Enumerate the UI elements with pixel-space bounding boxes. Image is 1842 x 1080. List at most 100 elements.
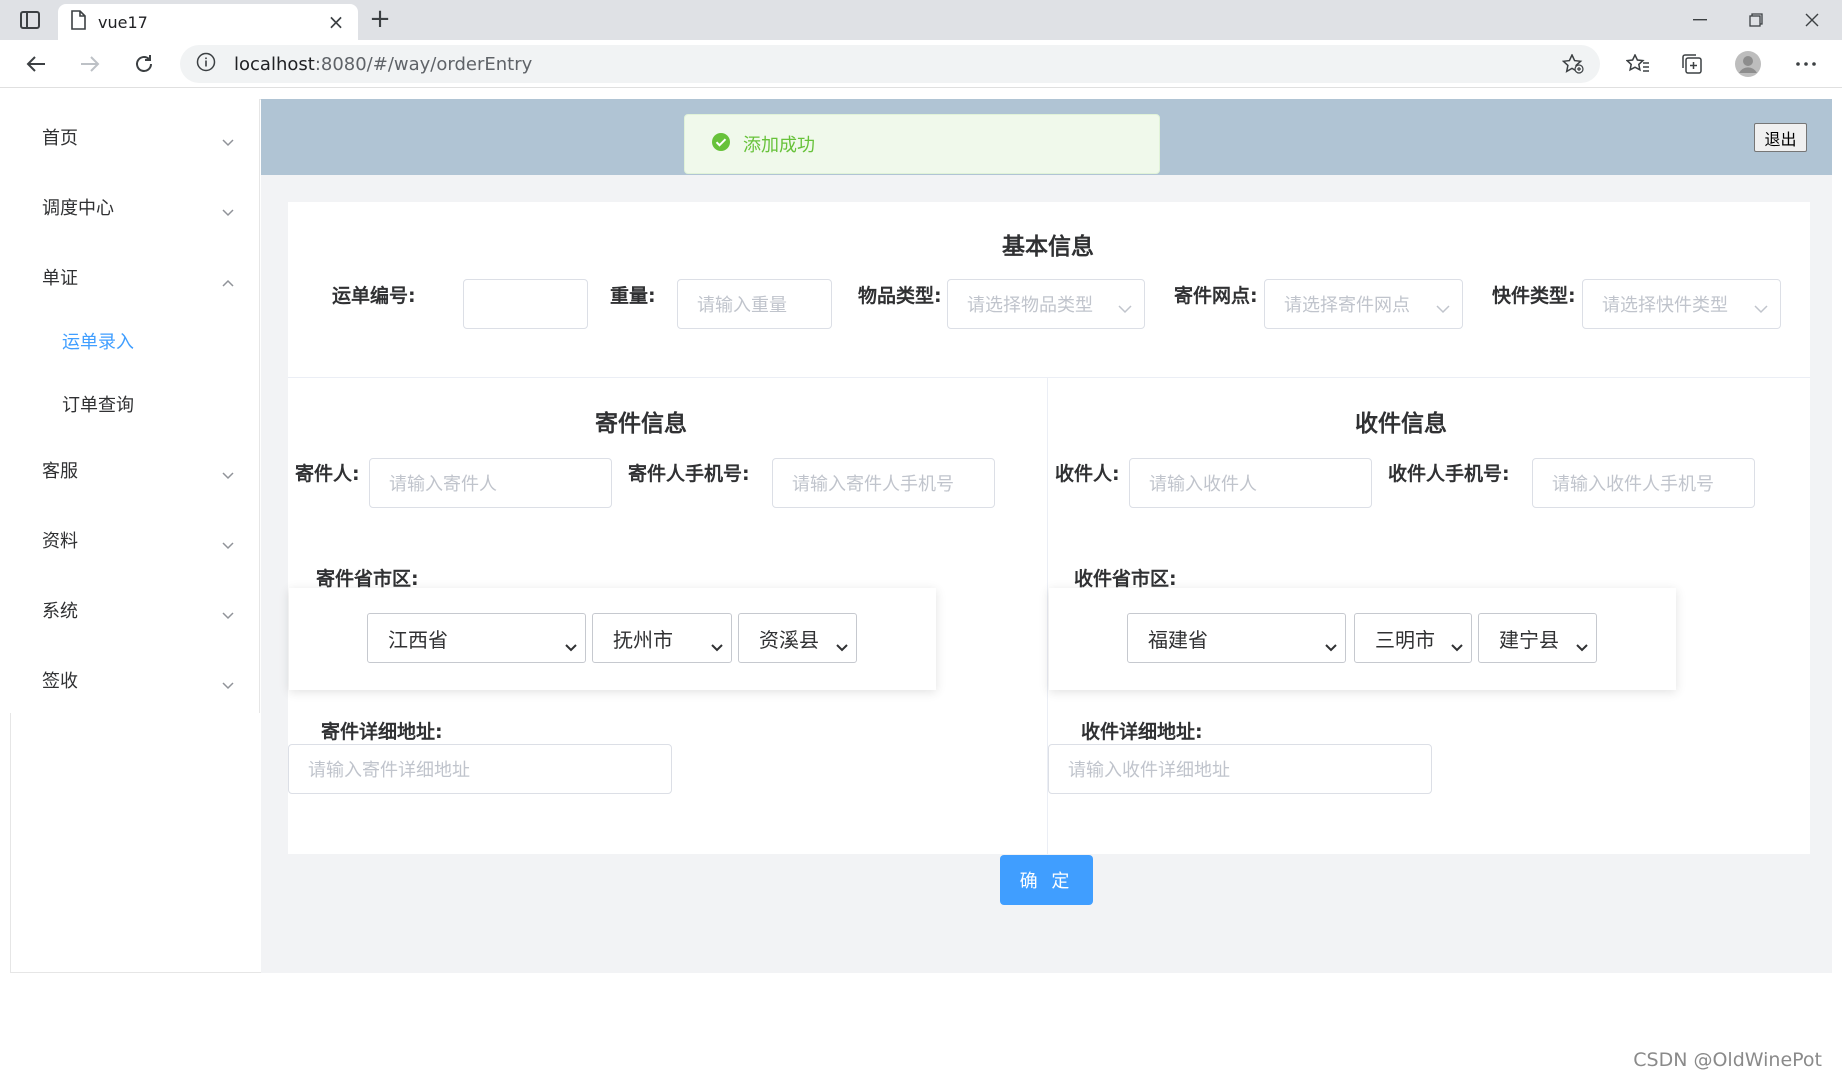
sender-region-label: 寄件省市区: [316,568,419,590]
sidebar-item-dispatch[interactable]: 调度中心 [10,179,260,235]
send-branch-select[interactable]: 请选择寄件网点 [1264,279,1463,329]
receiver-phone-input[interactable]: 请输入收件人手机号 [1532,458,1755,508]
sender-address-input[interactable]: 请输入寄件详细地址 [288,744,672,794]
reload-icon[interactable] [128,48,160,80]
receiver-info-title: 收件信息 [1355,411,1447,437]
chevron-up-icon [222,271,234,292]
close-window-icon[interactable] [1784,0,1840,40]
more-menu-icon[interactable] [1790,48,1822,80]
watermark: CSDN @OldWinePot [1633,1049,1822,1071]
send-branch-label: 寄件网点: [1174,285,1258,307]
sidebar-item-documents[interactable]: 单证 [10,249,260,305]
sender-phone-label: 寄件人手机号: [628,463,750,485]
receiver-county-select[interactable]: 建宁县 [1478,613,1597,663]
chevron-down-icon [711,633,723,657]
add-favorite-icon[interactable] [1561,53,1584,78]
goods-type-label: 物品类型: [858,285,942,307]
goods-type-placeholder: 请选择物品类型 [967,295,1093,316]
sidebar-item-label: 系统 [42,601,78,622]
minimize-icon[interactable] [1672,0,1728,40]
sidebar-item-system[interactable]: 系统 [10,582,260,638]
new-tab-icon[interactable]: + [366,6,394,34]
page-icon [70,10,86,34]
receiver-name-input[interactable]: 请输入收件人 [1129,458,1372,508]
weight-input[interactable]: 请输入重量 [677,279,832,329]
sender-city-select[interactable]: 抚州市 [592,613,732,663]
sender-county-select[interactable]: 资溪县 [738,613,857,663]
tab-close-icon[interactable]: × [326,10,346,34]
browser-tab-strip: vue17 × + [0,0,1842,40]
goods-type-select[interactable]: 请选择物品类型 [947,279,1145,329]
sender-phone-input[interactable]: 请输入寄件人手机号 [772,458,995,508]
profile-avatar-icon[interactable] [1732,48,1764,80]
waybill-no-input[interactable] [463,279,588,329]
chevron-down-icon [222,604,234,625]
express-type-placeholder: 请选择快件类型 [1602,295,1728,316]
tab-actions-icon[interactable] [14,8,46,32]
chevron-down-icon [836,633,848,657]
sidebar-item-label: 首页 [42,128,78,149]
chevron-down-icon [1451,633,1463,657]
waybill-no-label: 运单编号: [332,285,416,307]
receiver-county-value: 建宁县 [1499,627,1559,652]
sidebar-item-label: 单证 [42,268,78,289]
site-info-icon[interactable] [196,52,216,76]
address-bar: localhost:8080/#/way/orderEntry [0,40,1842,88]
logout-button[interactable]: 退出 [1754,123,1807,152]
sender-county-value: 资溪县 [759,627,819,652]
sidebar-subitem-order-entry[interactable]: 运单录入 [10,316,260,366]
chevron-down-icon [222,464,234,485]
chevron-down-icon [222,674,234,695]
chevron-down-icon [1118,298,1132,319]
receiver-province-select[interactable]: 福建省 [1127,613,1346,663]
collections-icon[interactable] [1676,48,1708,80]
forward-icon[interactable] [74,48,106,80]
receiver-address-input[interactable]: 请输入收件详细地址 [1048,744,1432,794]
chevron-down-icon [222,534,234,555]
chevron-down-icon [222,131,234,152]
success-toast: 添加成功 [684,114,1160,174]
chevron-down-icon [1436,298,1450,319]
sender-name-label: 寄件人: [295,463,360,485]
sidebar-item-label: 调度中心 [42,198,114,219]
send-branch-placeholder: 请选择寄件网点 [1284,295,1410,316]
confirm-button[interactable]: 确 定 [1000,855,1093,905]
receiver-region-label: 收件省市区: [1074,568,1177,590]
sidebar-item-sign[interactable]: 签收 [10,652,260,708]
toast-message: 添加成功 [743,135,815,156]
receiver-city-select[interactable]: 三明市 [1354,613,1472,663]
sidebar-subitem-label: 订单查询 [62,395,134,416]
sidebar-item-customer-service[interactable]: 客服 [10,442,260,498]
weight-label: 重量: [610,285,656,307]
chevron-down-icon [1325,633,1337,657]
sidebar-menu: 首页 调度中心 单证 运单录入 订单查询 客服 资料 系统 签收 [10,99,260,713]
section-divider [288,377,1810,378]
restore-icon[interactable] [1728,0,1784,40]
chevron-down-icon [1754,298,1768,319]
express-type-label: 快件类型: [1492,285,1576,307]
express-type-select[interactable]: 请选择快件类型 [1582,279,1781,329]
chevron-down-icon [1576,633,1588,657]
success-check-icon [711,132,731,156]
receiver-phone-label: 收件人手机号: [1388,463,1510,485]
sender-name-input[interactable]: 请输入寄件人 [369,458,612,508]
sender-province-select[interactable]: 江西省 [367,613,586,663]
url-path: :8080/#/way/orderEntry [314,53,533,75]
sidebar-item-materials[interactable]: 资料 [10,512,260,568]
favorites-icon[interactable] [1622,48,1654,80]
sidebar-item-home[interactable]: 首页 [10,109,260,165]
sender-province-value: 江西省 [388,627,448,652]
receiver-name-label: 收件人: [1055,463,1120,485]
browser-tab[interactable]: vue17 × [58,4,358,40]
back-icon[interactable] [20,48,52,80]
url-host: localhost [234,53,315,75]
sender-info-title: 寄件信息 [595,411,687,437]
sidebar-subitem-order-query[interactable]: 订单查询 [10,379,260,429]
url-field[interactable]: localhost:8080/#/way/orderEntry [180,45,1600,83]
sidebar-item-label: 客服 [42,461,78,482]
sidebar-item-label: 签收 [42,671,78,692]
receiver-address-label: 收件详细地址: [1081,721,1203,743]
chevron-down-icon [222,201,234,222]
sender-city-value: 抚州市 [613,627,673,652]
receiver-city-value: 三明市 [1375,627,1435,652]
